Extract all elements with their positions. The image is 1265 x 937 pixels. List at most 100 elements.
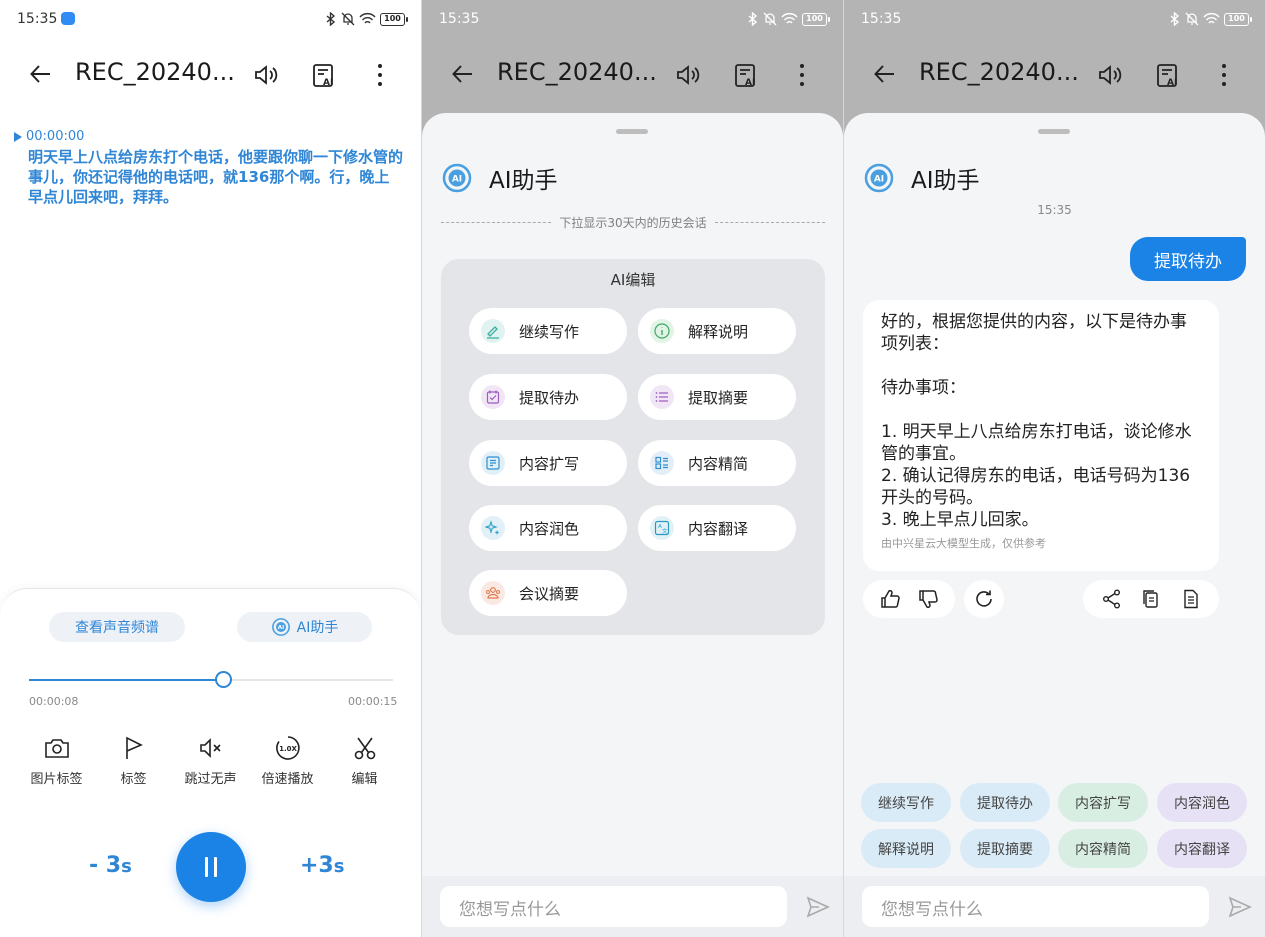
send-icon[interactable]	[1227, 894, 1253, 920]
more-options-icon[interactable]	[1210, 61, 1238, 89]
expand-content-button[interactable]: 内容扩写	[469, 440, 627, 486]
condense-content-label: 内容精简	[688, 454, 749, 473]
svg-text:AI: AI	[323, 78, 333, 88]
extract-todo-button[interactable]: 提取待办	[469, 374, 627, 420]
polish-content-button[interactable]: 内容润色	[469, 505, 627, 551]
back-arrow-icon[interactable]	[28, 61, 54, 87]
explain-button[interactable]: 解释说明	[638, 308, 796, 354]
thumbs-up-icon[interactable]	[879, 588, 901, 610]
refresh-icon	[976, 590, 992, 607]
translate-content-button[interactable]: A文 内容翻译	[638, 505, 796, 551]
svg-text:AI: AI	[277, 625, 283, 631]
speaker-icon[interactable]	[674, 61, 702, 89]
assistant-reply: 好的，根据您提供的内容，以下是待办事项列表： 待办事项： 1. 明天早上八点给房…	[863, 300, 1219, 571]
current-time: 00:00:08	[29, 695, 79, 708]
tag-tool[interactable]: 标签	[95, 734, 172, 787]
total-time: 00:00:15	[348, 695, 398, 708]
back-arrow-icon[interactable]	[450, 61, 476, 87]
user-message: 提取待办	[1130, 237, 1246, 281]
continue-writing-label: 继续写作	[519, 322, 580, 341]
skip-back-button[interactable]: - 3s	[89, 853, 132, 878]
camera-icon	[44, 739, 69, 758]
transcript-segment[interactable]: 00:00:00 明天早上八点给房东打个电话，他要跟你聊一下修水管的事儿，你还记…	[14, 129, 404, 207]
status-time: 15:35	[439, 11, 480, 27]
message-input[interactable]: 您想写点什么	[862, 886, 1209, 927]
input-bar: 您想写点什么	[422, 876, 843, 937]
speaker-icon[interactable]	[1096, 61, 1124, 89]
playback-speed-tool[interactable]: 1.0X 倍速播放	[249, 734, 326, 787]
meeting-summary-button[interactable]: 会议摘要	[469, 570, 627, 616]
info-icon	[650, 319, 674, 343]
expand-content-label: 内容扩写	[519, 454, 580, 473]
pen-icon	[481, 319, 505, 343]
more-options-icon[interactable]	[366, 61, 394, 89]
svg-text:AI: AI	[452, 175, 462, 185]
ai-assistant-button[interactable]: AI AI助手	[237, 612, 372, 642]
meeting-summary-label: 会议摘要	[519, 584, 580, 603]
wifi-icon	[781, 12, 798, 24]
spectrum-button-label: 查看声音频谱	[75, 620, 159, 636]
ai-document-icon[interactable]: AI	[732, 61, 760, 89]
more-options-icon[interactable]	[788, 61, 816, 89]
suggestion-extract-summary[interactable]: 提取摘要	[960, 829, 1050, 868]
status-bar: 15:35 100	[422, 0, 843, 38]
speaker-icon[interactable]	[252, 61, 280, 89]
send-icon[interactable]	[805, 894, 831, 920]
svg-text:文: 文	[662, 527, 668, 535]
share-icon[interactable]	[1101, 588, 1123, 610]
title-bar: REC_20240... AI	[422, 52, 843, 96]
explain-label: 解释说明	[688, 322, 749, 341]
edit-tool[interactable]: 编辑	[326, 734, 403, 787]
disclaimer-note: 由中兴星云大模型生成，仅供参考	[881, 537, 1046, 550]
suggestion-expand-content[interactable]: 内容扩写	[1058, 783, 1148, 822]
copy-icon[interactable]	[1140, 588, 1162, 610]
sheet-grabber[interactable]	[616, 129, 648, 134]
ai-document-icon[interactable]: AI	[1154, 61, 1182, 89]
extract-summary-button[interactable]: 提取摘要	[638, 374, 796, 420]
history-hint-text: 下拉显示30天内的历史会话	[559, 216, 707, 230]
message-input[interactable]: 您想写点什么	[440, 886, 787, 927]
back-arrow-icon[interactable]	[872, 61, 898, 87]
continue-writing-button[interactable]: 继续写作	[469, 308, 627, 354]
sheet-grabber[interactable]	[1038, 129, 1070, 134]
history-hint: 下拉显示30天内的历史会话	[441, 214, 825, 231]
suggestion-continue-writing[interactable]: 继续写作	[861, 783, 951, 822]
suggestion-condense-content[interactable]: 内容精简	[1058, 829, 1148, 868]
status-bar: 15:35 100	[0, 0, 421, 38]
suggestion-extract-todo[interactable]: 提取待办	[960, 783, 1050, 822]
share-copy-actions	[1083, 580, 1219, 618]
translate-content-label: 内容翻译	[688, 519, 749, 538]
skip-silence-tool[interactable]: 跳过无声	[172, 734, 249, 787]
playback-slider-handle[interactable]	[214, 671, 232, 688]
meeting-icon	[481, 581, 505, 605]
ai-assistant-button-label: AI助手	[296, 620, 339, 636]
pause-button[interactable]	[176, 832, 246, 902]
regenerate-button[interactable]	[964, 580, 1004, 618]
ai-edit-panel: 15:35 100 REC_20240... AI AI AI助手 下拉显示30…	[422, 0, 843, 937]
condense-content-button[interactable]: 内容精简	[638, 440, 796, 486]
ai-chat-panel: 15:35 100 REC_20240... AI AI AI助手 15:35 …	[844, 0, 1265, 937]
flag-icon	[125, 736, 143, 759]
spectrum-button[interactable]: 查看声音频谱	[49, 612, 185, 642]
photo-tag-tool[interactable]: 图片标签	[18, 734, 95, 787]
ai-logo-icon: AI	[442, 163, 472, 193]
suggestion-explain[interactable]: 解释说明	[861, 829, 951, 868]
suggestion-translate-content[interactable]: 内容翻译	[1157, 829, 1247, 868]
playback-slider[interactable]	[29, 679, 393, 681]
extract-todo-label: 提取待办	[519, 388, 580, 407]
page-title: REC_20240...	[75, 58, 235, 86]
thumbs-down-icon[interactable]	[917, 588, 939, 610]
play-marker-icon	[14, 131, 22, 142]
photo-tag-label: 图片标签	[30, 772, 83, 787]
chat-timestamp: 15:35	[1037, 203, 1072, 217]
edit-label: 编辑	[351, 772, 378, 787]
skip-forward-button[interactable]: +3s	[300, 853, 344, 878]
playback-progress	[29, 679, 223, 681]
svg-text:AI: AI	[1167, 78, 1177, 88]
ai-document-icon[interactable]: AI	[310, 61, 338, 89]
tools-row: 图片标签 标签 跳过无声 1.0X 倍速播放 编辑	[18, 734, 403, 787]
bluetooth-icon	[748, 12, 758, 26]
ai-logo-icon: AI	[864, 163, 894, 193]
suggestion-polish-content[interactable]: 内容润色	[1157, 783, 1247, 822]
document-icon[interactable]	[1180, 588, 1202, 610]
